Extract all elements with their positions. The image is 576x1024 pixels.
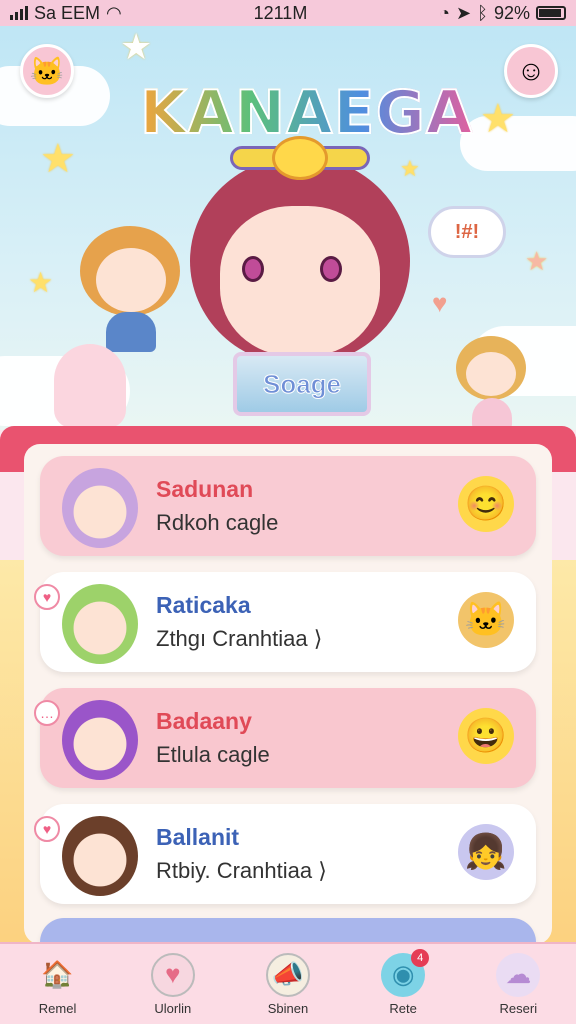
nav-label: Remel: [38, 1000, 77, 1016]
card-subtitle: Rdkoh cagle: [156, 510, 279, 535]
heart-badge-icon: ♥: [34, 816, 60, 842]
speech-bubble: !#!: [428, 206, 506, 258]
nav-label: Sbinen: [267, 1000, 309, 1016]
hero-sign[interactable]: Soage: [233, 352, 371, 416]
face-icon: ☁: [496, 952, 541, 997]
list-item[interactable]: Sadunan Rdkoh cagle 😊: [40, 456, 536, 556]
heart-badge-icon: ♥: [34, 584, 60, 610]
boy-character: [80, 226, 190, 356]
card-subtitle: Etlula cagle: [156, 742, 270, 767]
card-title: Sadunan: [156, 476, 254, 502]
card-title: Badaany: [156, 708, 252, 734]
bluetooth-icon: ᛒ: [477, 2, 488, 23]
alarm-icon: ◔: [439, 2, 451, 23]
clock: 1211M: [253, 2, 308, 23]
notification-badge: 4: [411, 948, 430, 967]
nav-home[interactable]: 🏠 Remel: [13, 953, 103, 1016]
card-title: Ballanit: [156, 824, 240, 850]
avatar: [62, 468, 138, 548]
house-icon: 🏠: [41, 959, 74, 989]
smiley-icon: 😊: [458, 476, 514, 532]
smile-icon: ☺: [516, 55, 546, 86]
catgirl-character: [456, 336, 528, 430]
nav-favorites[interactable]: ♥ Ulorlin: [128, 952, 218, 1016]
signal-icon: [10, 6, 28, 20]
nav-profile[interactable]: ☁ Reseri: [473, 952, 563, 1016]
emoji-button[interactable]: ☺: [504, 44, 558, 98]
card-title: Raticaka: [156, 592, 251, 618]
avatar: [62, 584, 138, 664]
heart-icon: ♥: [432, 288, 448, 318]
grin-icon: 😀: [458, 708, 514, 764]
character-list: Sadunan Rdkoh cagle 😊 ♥ Raticaka Zthgı C…: [24, 444, 552, 944]
hero-banner: ★ ★ ★ ★ ★ ★ 🐱 ☺ KANAEGA !#! Soage ♥: [0, 26, 576, 430]
location-icon: ➤: [456, 2, 472, 23]
card-subtitle: Zthgı Cranhtiaa ⟩: [156, 626, 323, 651]
bottom-nav: 🏠 Remel ♥ Ulorlin 📣 Sbinen ◉ 4 Rete ☁ Re…: [0, 942, 576, 1024]
ghost-character: [54, 344, 126, 428]
nav-label: Rete: [389, 1000, 417, 1016]
heart-icon: ♥: [150, 952, 195, 997]
nav-label: Reseri: [499, 1000, 538, 1016]
battery-percent: 92%: [493, 2, 530, 23]
avatar: [62, 700, 138, 780]
cat-avatar-icon: 🐱: [29, 55, 65, 87]
creature-icon: ◉ 4: [381, 948, 430, 997]
nav-label: Ulorlin: [154, 1000, 192, 1016]
main-character: [180, 136, 420, 386]
list-item-partial[interactable]: [40, 918, 536, 944]
megaphone-icon: 📣: [265, 952, 310, 997]
profile-button[interactable]: 🐱: [20, 44, 74, 98]
list-item[interactable]: … Badaany Etlula cagle 😀: [34, 688, 536, 788]
battery-icon: [535, 6, 566, 20]
status-bar: Sa EEM ◠ 1211M ◔ ➤ ᛒ 92%: [0, 0, 576, 26]
list-item[interactable]: ♥ Ballanit Rtbiy. Cranhtiaa ⟩ 👧: [34, 804, 536, 904]
creature-glyph: ◉: [391, 959, 415, 989]
chat-badge-icon: …: [34, 700, 60, 726]
nav-announce[interactable]: 📣 Sbinen: [243, 952, 333, 1016]
card-subtitle: Rtbiy. Cranhtiaa ⟩: [156, 858, 327, 883]
wifi-icon: ◠: [106, 2, 122, 23]
girl-icon: 👧: [458, 824, 514, 880]
cat-icon: 🐱: [458, 592, 514, 648]
avatar: [62, 816, 138, 896]
nav-pets[interactable]: ◉ 4 Rete: [358, 948, 448, 1016]
list-item[interactable]: ♥ Raticaka Zthgı Cranhtiaa ⟩ 🐱: [34, 572, 536, 672]
carrier-label: Sa EEM: [34, 2, 101, 23]
